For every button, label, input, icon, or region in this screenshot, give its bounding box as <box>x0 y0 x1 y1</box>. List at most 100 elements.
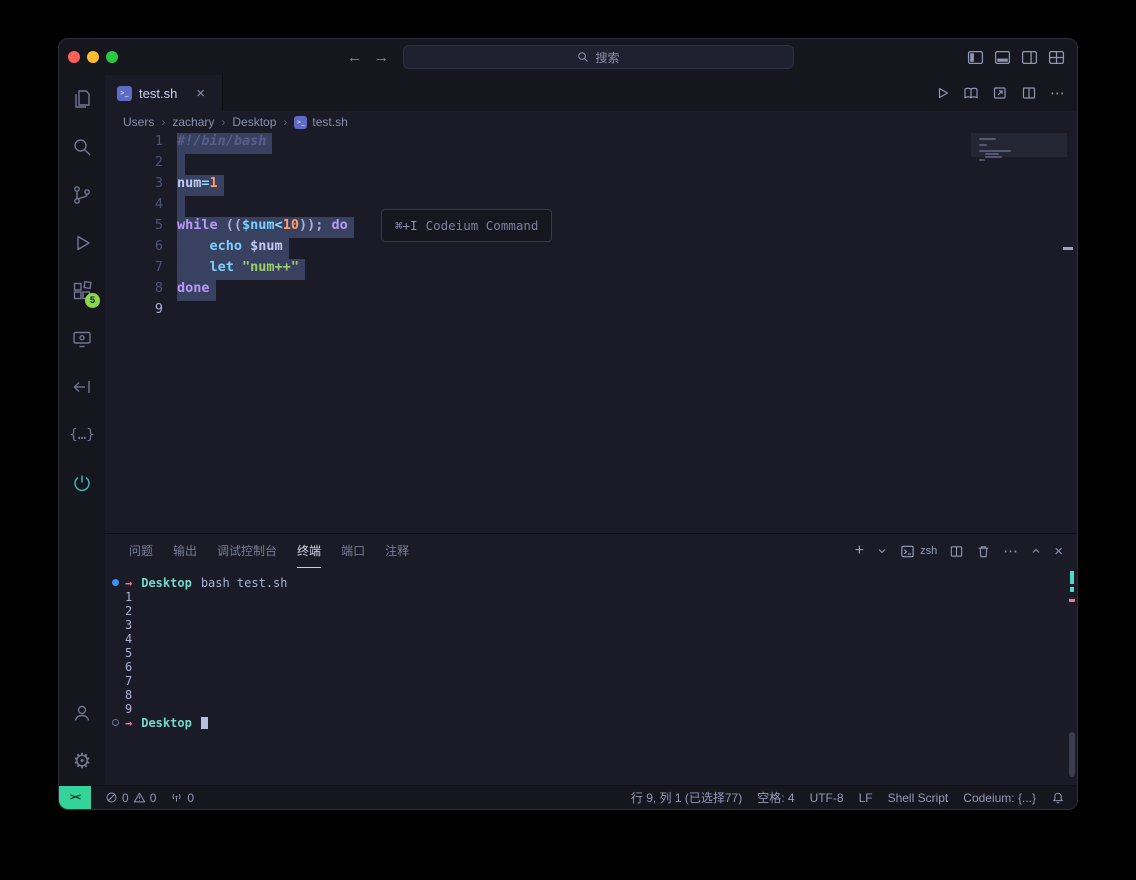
line-text: ····echo $num <box>177 238 289 259</box>
remote-indicator[interactable]: >< <box>59 786 91 809</box>
line-number[interactable]: 8 <box>105 280 163 301</box>
panel-more-actions-button[interactable]: ⋯ <box>1003 544 1018 559</box>
line-number[interactable]: 1 <box>105 133 163 154</box>
remote-explorer-icon[interactable] <box>59 315 105 363</box>
line-number[interactable]: 7 <box>105 259 163 280</box>
new-terminal-button[interactable]: + <box>855 543 864 559</box>
maximize-panel-icon[interactable] <box>1030 545 1042 557</box>
terminal-line[interactable]: 5 <box>125 646 1077 660</box>
breadcrumb[interactable]: Users › zachary › Desktop › >_ test.sh <box>105 111 1077 133</box>
braces-icon[interactable]: {…} <box>59 411 105 459</box>
split-terminal-icon[interactable] <box>949 544 964 559</box>
minimap-lines <box>971 133 1067 164</box>
line-number[interactable]: 3 <box>105 175 163 196</box>
prompt-decoration-icon[interactable] <box>112 719 119 726</box>
split-editor-icon[interactable] <box>1021 85 1037 101</box>
breadcrumb-item[interactable]: >_ test.sh <box>294 115 348 129</box>
code-line[interactable]: 8 done <box>105 280 967 301</box>
source-control-icon[interactable] <box>59 171 105 219</box>
terminal-dropdown-icon[interactable] <box>876 545 888 557</box>
panel-tab-terminal[interactable]: 终端 <box>297 534 322 568</box>
customize-layout-icon[interactable] <box>1048 49 1065 66</box>
terminal-line[interactable]: 7 <box>125 674 1077 688</box>
extensions-icon[interactable]: 5 <box>59 267 105 315</box>
close-window-button[interactable] <box>68 51 80 63</box>
line-text: done <box>177 280 216 301</box>
tab-close-icon[interactable]: × <box>196 86 205 101</box>
zoom-window-button[interactable] <box>106 51 118 63</box>
tab-bar[interactable]: >_ test.sh × ⋯ <box>105 75 1077 111</box>
open-preview-icon[interactable] <box>992 85 1008 101</box>
back-button[interactable]: ← <box>347 49 362 66</box>
panel-tab-problems[interactable]: 问题 <box>129 534 153 568</box>
code-line[interactable]: 2 <box>105 154 967 175</box>
terminal-line[interactable]: 2 <box>125 604 1077 618</box>
more-actions-button[interactable]: ⋯ <box>1050 86 1065 101</box>
bell-icon[interactable] <box>1051 791 1065 805</box>
panel-tab-comments[interactable]: 注释 <box>385 534 409 568</box>
code-line[interactable]: 1 #!/bin/bash <box>105 133 967 154</box>
terminal-line[interactable]: → Desktop <box>112 716 1077 730</box>
indentation-status[interactable]: 空格: 4 <box>757 789 794 806</box>
code-line[interactable]: 3 num=1 <box>105 175 967 196</box>
broadcast-status[interactable]: 0 <box>170 791 194 805</box>
toggle-secondary-sidebar-icon[interactable] <box>1021 49 1038 66</box>
line-content <box>163 196 185 217</box>
toggle-panel-icon[interactable] <box>994 49 1011 66</box>
settings-gear-icon[interactable]: ⚙ <box>59 737 105 785</box>
terminal-text: 2 <box>125 604 133 618</box>
codeium-status[interactable]: Codeium: {...} <box>963 791 1036 805</box>
terminal-line[interactable]: 1 <box>125 590 1077 604</box>
kill-terminal-icon[interactable] <box>976 544 991 559</box>
code-line[interactable]: 9 <box>105 301 967 322</box>
line-number[interactable]: 9 <box>105 301 163 322</box>
terminal-line[interactable]: 4 <box>125 632 1077 646</box>
forward-button[interactable]: → <box>374 49 389 66</box>
breadcrumb-item[interactable]: Users <box>123 115 154 129</box>
cursor-position-status[interactable]: 行 9, 列 1 (已选择77) <box>631 789 742 806</box>
line-number[interactable]: 6 <box>105 238 163 259</box>
codeium-icon[interactable] <box>59 459 105 507</box>
breadcrumb-item[interactable]: zachary <box>172 115 214 129</box>
run-debug-icon[interactable] <box>59 219 105 267</box>
live-share-icon[interactable] <box>59 363 105 411</box>
minimize-window-button[interactable] <box>87 51 99 63</box>
eol-status[interactable]: LF <box>859 791 873 805</box>
terminal-scrollbar[interactable] <box>1069 732 1075 777</box>
code-line[interactable]: 7 ····let "num++" <box>105 259 967 280</box>
panel-tab-debug-console[interactable]: 调试控制台 <box>217 534 277 568</box>
line-number[interactable]: 4 <box>105 196 163 217</box>
terminal-line[interactable]: 9 <box>125 702 1077 716</box>
command-center-search[interactable]: 搜索 <box>403 45 794 69</box>
codeium-hint[interactable]: ⌘+I Codeium Command <box>381 209 553 242</box>
encoding-status[interactable]: UTF-8 <box>810 791 844 805</box>
breadcrumb-item[interactable]: Desktop <box>232 115 276 129</box>
toggle-primary-sidebar-icon[interactable] <box>967 49 984 66</box>
terminal-line[interactable]: → Desktop bash test.sh <box>112 576 1077 590</box>
terminal[interactable]: → Desktop bash test.sh 1 2 3 4 5 6 7 8 9 → Desktop <box>105 568 1077 785</box>
terminal-line[interactable]: 6 <box>125 660 1077 674</box>
run-button[interactable] <box>934 85 950 101</box>
line-content: #!/bin/bash <box>163 133 273 154</box>
open-changes-icon[interactable] <box>963 85 979 101</box>
tab-test-sh[interactable]: >_ test.sh × <box>105 75 223 111</box>
search-sidebar-icon[interactable] <box>59 123 105 171</box>
problems-status[interactable]: 0 0 <box>105 791 156 805</box>
editor[interactable]: 1 #!/bin/bash 2 3 num=1 4 5 while (($num<10)); … <box>105 133 1077 533</box>
terminal-instance-zsh[interactable]: zsh <box>900 544 937 559</box>
line-number[interactable]: 5 <box>105 217 163 238</box>
command-decoration-icon[interactable] <box>112 579 119 586</box>
account-icon[interactable] <box>59 689 105 737</box>
close-panel-icon[interactable]: × <box>1054 544 1063 559</box>
terminal-line[interactable]: 8 <box>125 688 1077 702</box>
terminal-line[interactable]: 3 <box>125 618 1077 632</box>
titlebar[interactable]: ← → 搜索 <box>59 39 1077 75</box>
panel-tab-ports[interactable]: 端口 <box>341 534 365 568</box>
terminal-text: 9 <box>125 702 133 716</box>
panel-tab-output[interactable]: 输出 <box>173 534 197 568</box>
explorer-icon[interactable] <box>59 75 105 123</box>
minimap[interactable] <box>971 133 1067 303</box>
line-number[interactable]: 2 <box>105 154 163 175</box>
language-mode-status[interactable]: Shell Script <box>888 791 949 805</box>
terminal-icon <box>901 545 914 557</box>
